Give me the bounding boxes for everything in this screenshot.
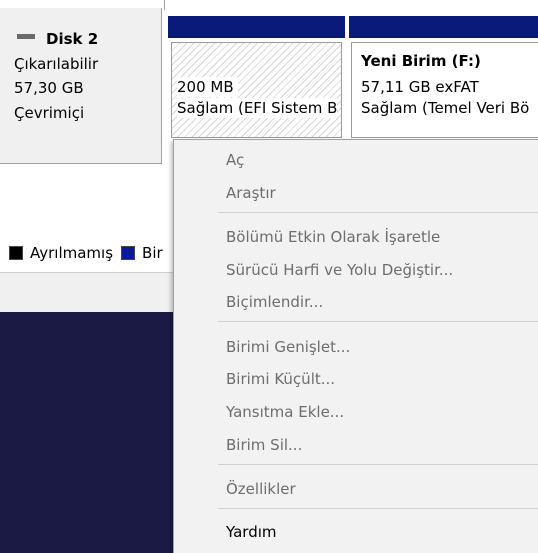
menu-item-delete-volume[interactable]: Birim Sil... <box>226 436 302 454</box>
partition-data-header-bar <box>349 16 538 38</box>
primary-partition-swatch <box>121 246 136 260</box>
menu-item-change-drive-letter[interactable]: Sürücü Harfi ve Yolu Değiştir... <box>226 261 453 279</box>
legend: Ayrılmamış Bir <box>9 244 163 264</box>
disk-title: Disk 2 <box>46 30 99 48</box>
menu-separator <box>218 321 538 322</box>
disk-drive-icon <box>17 34 35 39</box>
partition-data[interactable]: Yeni Birim (F:) 57,11 GB exFAT Sağlam (T… <box>351 42 538 138</box>
menu-item-format[interactable]: Biçimlendir... <box>226 293 323 311</box>
menu-item-mark-active[interactable]: Bölümü Etkin Olarak İşaretle <box>226 228 440 246</box>
menu-item-add-mirror[interactable]: Yansıtma Ekle... <box>226 403 344 421</box>
unallocated-swatch <box>9 246 23 260</box>
menu-item-shrink-volume[interactable]: Birimi Küçült... <box>226 370 335 388</box>
divider-line <box>164 0 165 10</box>
menu-separator <box>218 464 538 465</box>
menu-item-help[interactable]: Yardım <box>226 523 277 541</box>
menu-item-extend-volume[interactable]: Birimi Genişlet... <box>226 338 350 356</box>
menu-item-explore[interactable]: Araştır <box>226 184 276 202</box>
legend-primary: Bir <box>142 244 163 262</box>
legend-unallocated: Ayrılmamış <box>30 244 114 262</box>
menu-item-properties[interactable]: Özellikler <box>226 480 296 498</box>
partition-efi-size: 200 MB <box>177 77 238 97</box>
partition-data-status: Sağlam (Temel Veri Bö <box>361 98 530 118</box>
disk-type: Çıkarılabilir <box>14 55 99 73</box>
partition-efi[interactable]: 200 MB Sağlam (EFI Sistem B <box>171 42 342 138</box>
partition-efi-header-bar <box>168 16 345 38</box>
disk-size: 57,30 GB <box>14 79 84 97</box>
partition-efi-status: Sağlam (EFI Sistem B <box>177 98 338 118</box>
disk-status: Çevrimiçi <box>14 104 85 122</box>
menu-separator <box>218 212 538 213</box>
context-menu: Aç Araştır Bölümü Etkin Olarak İşaretle … <box>173 139 538 553</box>
disk-info-card[interactable]: Disk 2 Çıkarılabilir 57,30 GB Çevrimiçi <box>0 8 162 164</box>
partition-data-size: 57,11 GB exFAT <box>361 77 479 97</box>
menu-separator <box>218 508 538 509</box>
menu-item-open[interactable]: Aç <box>226 151 244 169</box>
partition-data-name: Yeni Birim (F:) <box>361 51 481 71</box>
